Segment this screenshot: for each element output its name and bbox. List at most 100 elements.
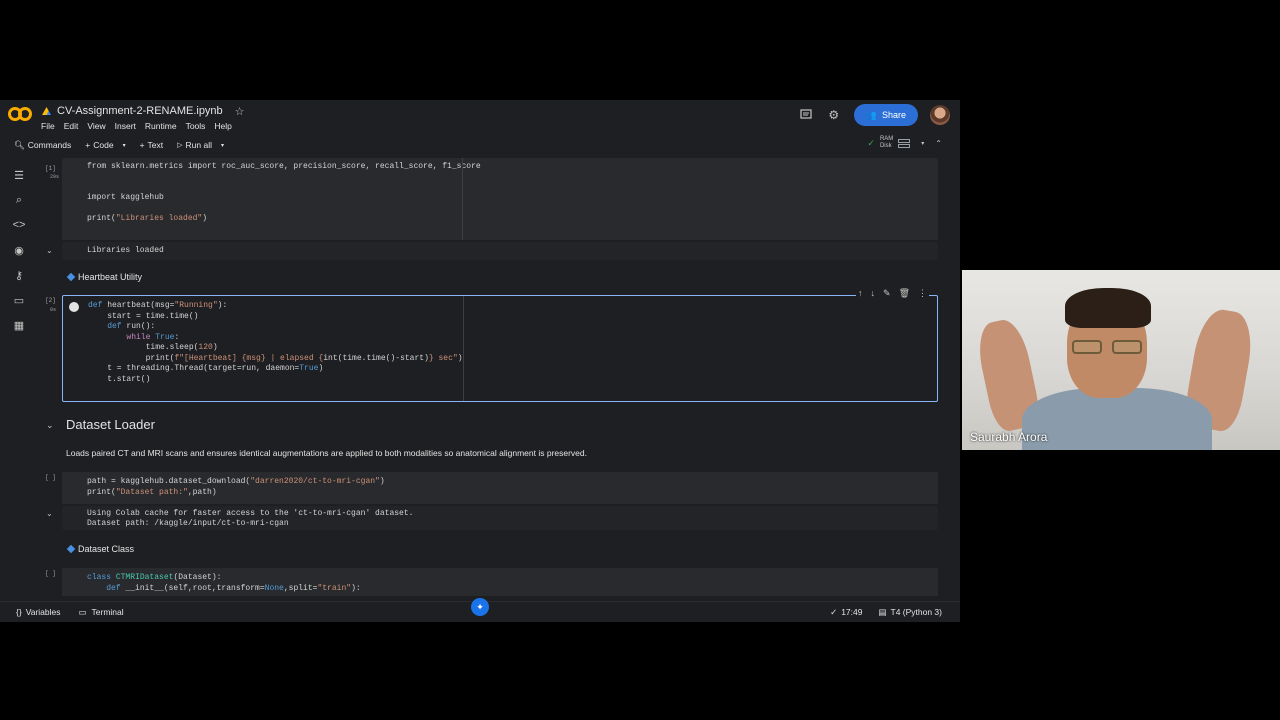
chevron-down-icon[interactable]: ▾ [921,140,924,147]
gear-icon[interactable]: ⚙ [826,107,842,123]
chevron-down-icon: ▾ [221,142,225,149]
play-icon: ▷ [177,142,183,149]
markdown-text: Loads paired CT and MRI scans and ensure… [66,448,587,458]
chevron-up-icon[interactable]: ⌃ [935,139,942,148]
code-token: print( [87,214,116,223]
disk-label: Disk [879,143,892,149]
execution-count: [1] [45,165,56,172]
check-icon: ✓ [830,606,838,617]
notebook-file-name[interactable]: CV-Assignment-2-RENAME.ipynb [57,105,223,117]
comment-icon[interactable] [798,107,814,123]
menu-tools[interactable]: Tools [186,121,206,131]
person-hair [1065,288,1151,328]
secrets-icon[interactable]: ◉ [12,243,26,257]
menu-file[interactable]: File [41,121,55,131]
toolbar: 🔍︎ Commands + Code ▾ + Text ▷ Run all ▾ [0,136,960,154]
cell-output: ⌄ Libraries loaded [46,242,938,260]
video-tile: Saurabh Arora [962,270,1280,450]
heading-text: Dataset Loader [66,417,155,432]
cell-toolbar: ↑ ↓ ✎ 🗑︎ ⋮ [856,288,929,299]
find-icon[interactable]: ⌕ [12,193,26,207]
execution-time: 0s [50,307,57,313]
code-line: from sklearn.metrics import roc_auc_scor… [87,162,481,171]
code-snippets-icon[interactable]: <> [12,218,26,232]
toc-icon[interactable]: ☰ [12,168,26,182]
description-text: Loads paired CT and MRI scans and ensure… [66,448,588,458]
menu-help[interactable]: Help [214,121,231,131]
drive-icon [42,107,51,115]
gemini-icon[interactable]: ✦ [471,598,489,616]
commands-button[interactable]: 🔍︎ Commands [14,140,71,151]
resource-bars [898,138,911,148]
output-text: Dataset path: /kaggle/input/ct-to-mri-cg… [87,519,289,528]
add-code-button[interactable]: + Code ▾ [85,140,125,150]
plus-icon: + [85,140,91,150]
code-block: class CTMRIDataset(Dataset): def __init_… [87,573,361,593]
code-cell-active[interactable]: def heartbeat(msg="Running"): start = ti… [62,288,938,402]
table-icon[interactable]: ▦ [12,318,26,332]
code-token: "Libraries loaded" [115,214,203,223]
folder-icon[interactable]: ▭ [12,293,26,307]
runtime-icon[interactable]: ▤ [878,607,886,618]
more-icon[interactable]: ⋮ [918,288,927,299]
share-button[interactable]: 👥 Share [853,104,918,126]
menu-runtime[interactable]: Runtime [145,121,177,131]
divider [462,158,463,240]
screen: CV-Assignment-2-RENAME.ipynb ☆ File Edit… [0,0,960,720]
code-token: ) [202,214,208,223]
colab-logo[interactable] [8,105,34,123]
chevron-down-icon[interactable]: ⌄ [46,246,53,255]
run-all-label: Run all [185,140,212,150]
trash-icon[interactable]: 🗑︎ [899,288,910,299]
heading-text: Dataset Class [78,544,135,554]
menu-edit[interactable]: Edit [64,121,79,131]
edit-icon[interactable]: ✎ [883,288,891,299]
runtime-label[interactable]: T4 (Python 3) [891,607,943,617]
menu-view[interactable]: View [87,121,105,131]
variables-icon[interactable]: {} [16,607,22,617]
execution-count: [2] [45,297,56,304]
avatar[interactable] [930,105,950,125]
terminal-label[interactable]: Terminal [92,607,124,617]
text-label: Text [147,140,164,150]
heading-text: Heartbeat Utility [78,272,143,282]
chevron-down-icon[interactable]: ⌄ [46,509,53,518]
output-text: Using Colab cache for faster access to t… [87,509,414,518]
chevron-down-icon[interactable]: ⌄ [46,420,54,431]
code-cell[interactable]: from sklearn.metrics import roc_auc_scor… [62,158,938,240]
star-icon[interactable]: ☆ [235,105,245,118]
run-cell-button[interactable] [69,302,79,312]
scrollbar[interactable] [942,158,952,596]
disk-bar [898,143,911,148]
section-heading: Dataset Class [66,544,135,554]
section-heading: Heartbeat Utility [66,272,143,282]
menu-insert[interactable]: Insert [115,121,136,131]
key-icon[interactable]: ⚷ [12,268,26,282]
code-cell[interactable]: class CTMRIDataset(Dataset): def __init_… [62,568,938,596]
resource-monitor[interactable]: ✓ RAM Disk ▾ ⌃ [867,136,942,150]
glasses [1072,340,1144,354]
add-text-button[interactable]: + Text [140,140,164,150]
code-block: def heartbeat(msg="Running"): start = ti… [88,301,463,384]
execution-count: [ ] [45,570,56,577]
share-label: Share [881,110,906,120]
search-icon: 🔍︎ [14,139,25,150]
chevron-down-icon: ▾ [122,142,126,149]
run-all-button[interactable]: ▷ Run all ▾ [177,140,224,150]
variables-label[interactable]: Variables [26,607,61,617]
title-row: CV-Assignment-2-RENAME.ipynb ☆ [42,103,245,119]
code-cell[interactable]: path = kagglehub.dataset_download("darre… [62,472,938,504]
arrow-down-icon[interactable]: ↓ [871,288,876,299]
execution-count: [ ] [45,474,56,481]
ram-label: RAM [879,136,894,142]
arrow-up-icon[interactable]: ↑ [858,288,863,299]
terminal-icon[interactable]: ▭ [79,607,87,618]
code-label: Code [93,140,114,150]
code-block: path = kagglehub.dataset_download("darre… [87,477,385,497]
cell-output: ⌄ Using Colab cache for faster access to… [46,506,938,530]
left-rail: ☰ ⌕ <> ◉ ⚷ ▭ ▦ [12,168,26,332]
notebook[interactable]: [1] 29s from sklearn.metrics import roc_… [38,158,952,596]
diamond-icon [66,544,76,554]
section-heading: Dataset Loader [66,417,155,432]
execution-time-status: 17:49 [841,607,863,617]
